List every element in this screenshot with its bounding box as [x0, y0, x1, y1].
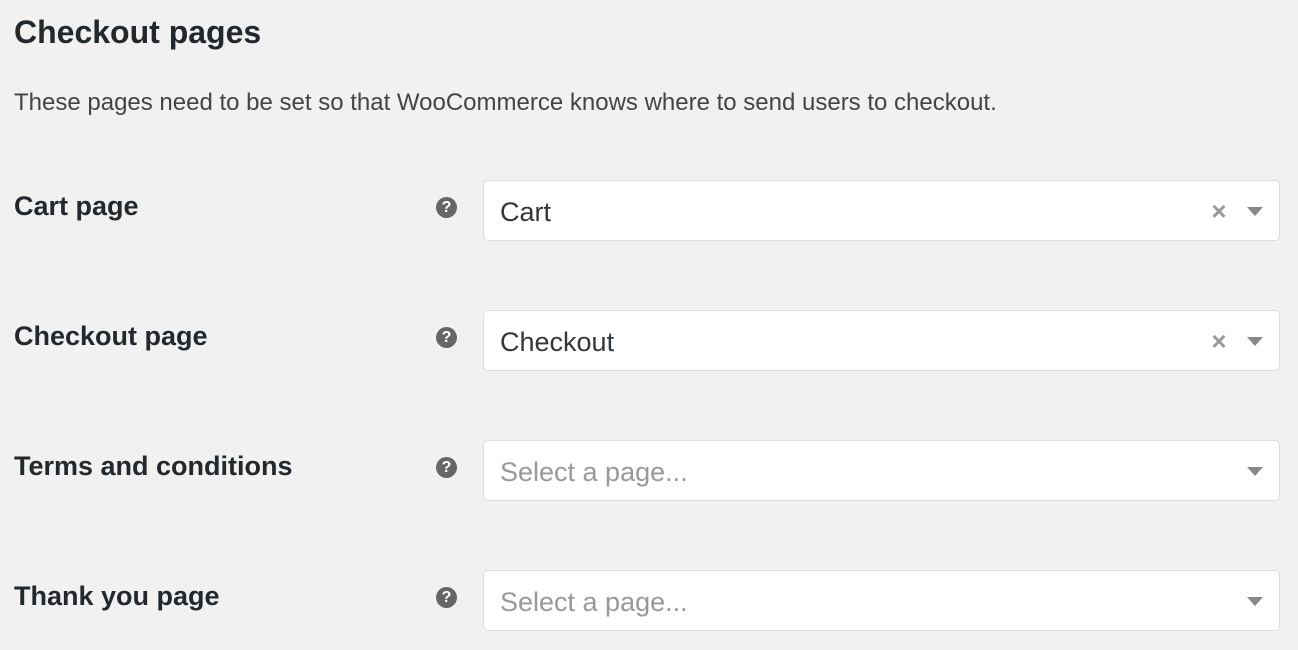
checkout-page-label: Checkout page — [14, 321, 208, 351]
thank-you-page-placeholder: Select a page... — [500, 587, 688, 617]
dropdown-arrow-icon[interactable] — [1247, 597, 1263, 606]
dropdown-arrow-icon[interactable] — [1247, 337, 1263, 346]
clear-selection-icon[interactable]: × — [1209, 198, 1229, 224]
help-icon[interactable]: ? — [436, 587, 457, 608]
help-icon[interactable]: ? — [436, 457, 457, 478]
checkout-page-select[interactable]: Checkout × — [483, 310, 1280, 371]
dropdown-arrow-icon[interactable] — [1247, 207, 1263, 216]
cart-page-selected-value: Cart — [500, 197, 552, 227]
setting-row-terms-and-conditions: Terms and conditions ? Select a page... — [0, 440, 1298, 504]
terms-and-conditions-select[interactable]: Select a page... — [483, 440, 1280, 501]
thank-you-page-label: Thank you page — [14, 581, 220, 611]
dropdown-arrow-icon[interactable] — [1247, 467, 1263, 476]
cart-page-label: Cart page — [14, 191, 139, 221]
terms-and-conditions-placeholder: Select a page... — [500, 457, 688, 487]
thank-you-page-select[interactable]: Select a page... — [483, 570, 1280, 631]
setting-row-thank-you-page: Thank you page ? Select a page... — [0, 570, 1298, 634]
help-icon[interactable]: ? — [436, 327, 457, 348]
checkout-page-selected-value: Checkout — [500, 327, 615, 357]
terms-and-conditions-label: Terms and conditions — [14, 451, 293, 481]
setting-row-cart-page: Cart page ? Cart × — [0, 180, 1298, 244]
clear-selection-icon[interactable]: × — [1209, 328, 1229, 354]
cart-page-select[interactable]: Cart × — [483, 180, 1280, 241]
section-description: These pages need to be set so that WooCo… — [14, 89, 997, 116]
help-icon[interactable]: ? — [436, 197, 457, 218]
section-title: Checkout pages — [14, 14, 262, 50]
setting-row-checkout-page: Checkout page ? Checkout × — [0, 310, 1298, 374]
